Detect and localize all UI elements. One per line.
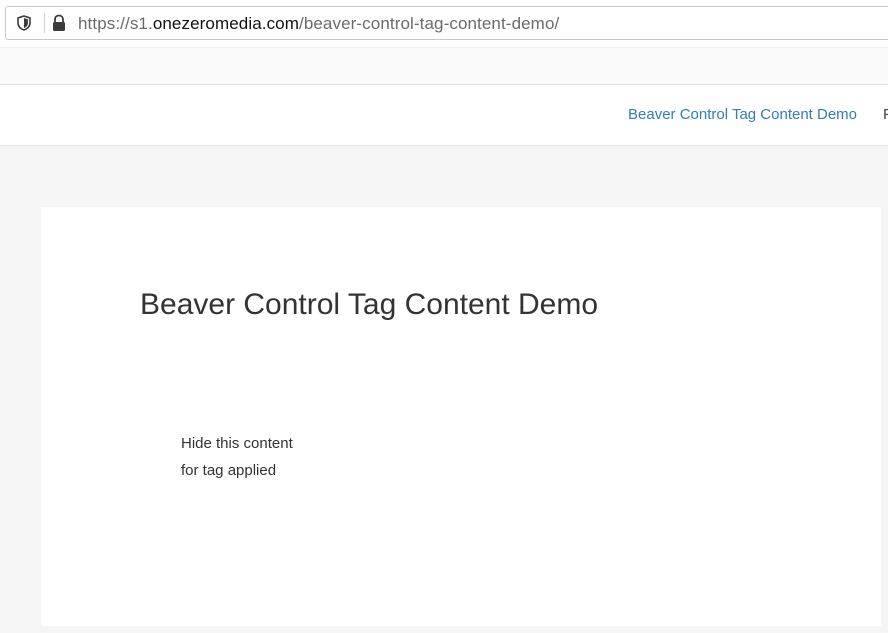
page-title: Beaver Control Tag Content Demo (140, 288, 599, 321)
url-path: /beaver-control-tag-content-demo/ (299, 14, 560, 33)
body-line: Hide this content (181, 435, 293, 452)
content-card: Beaver Control Tag Content Demo Hide thi… (41, 207, 881, 626)
body-text: Hide this content for tag applied (181, 430, 293, 484)
body-line: for tag applied (181, 462, 277, 479)
url-prefix: https://s1. (78, 14, 153, 33)
bookmarks-strip (0, 47, 888, 85)
url-host: onezeromedia.com (152, 14, 299, 33)
url-text[interactable]: https://s1.onezeromedia.com/beaver-contr… (78, 15, 559, 33)
nav-link-beaver-demo[interactable]: Beaver Control Tag Content Demo (628, 106, 857, 123)
address-bar[interactable]: https://s1.onezeromedia.com/beaver-contr… (5, 6, 888, 40)
shield-icon[interactable] (16, 15, 32, 31)
browser-toolbar: https://s1.onezeromedia.com/beaver-contr… (0, 0, 888, 47)
site-header: Beaver Control Tag Content Demo F (0, 85, 888, 146)
lock-icon[interactable] (51, 14, 67, 32)
address-bar-separator (44, 13, 45, 33)
nav-link-next[interactable]: F (883, 106, 888, 123)
